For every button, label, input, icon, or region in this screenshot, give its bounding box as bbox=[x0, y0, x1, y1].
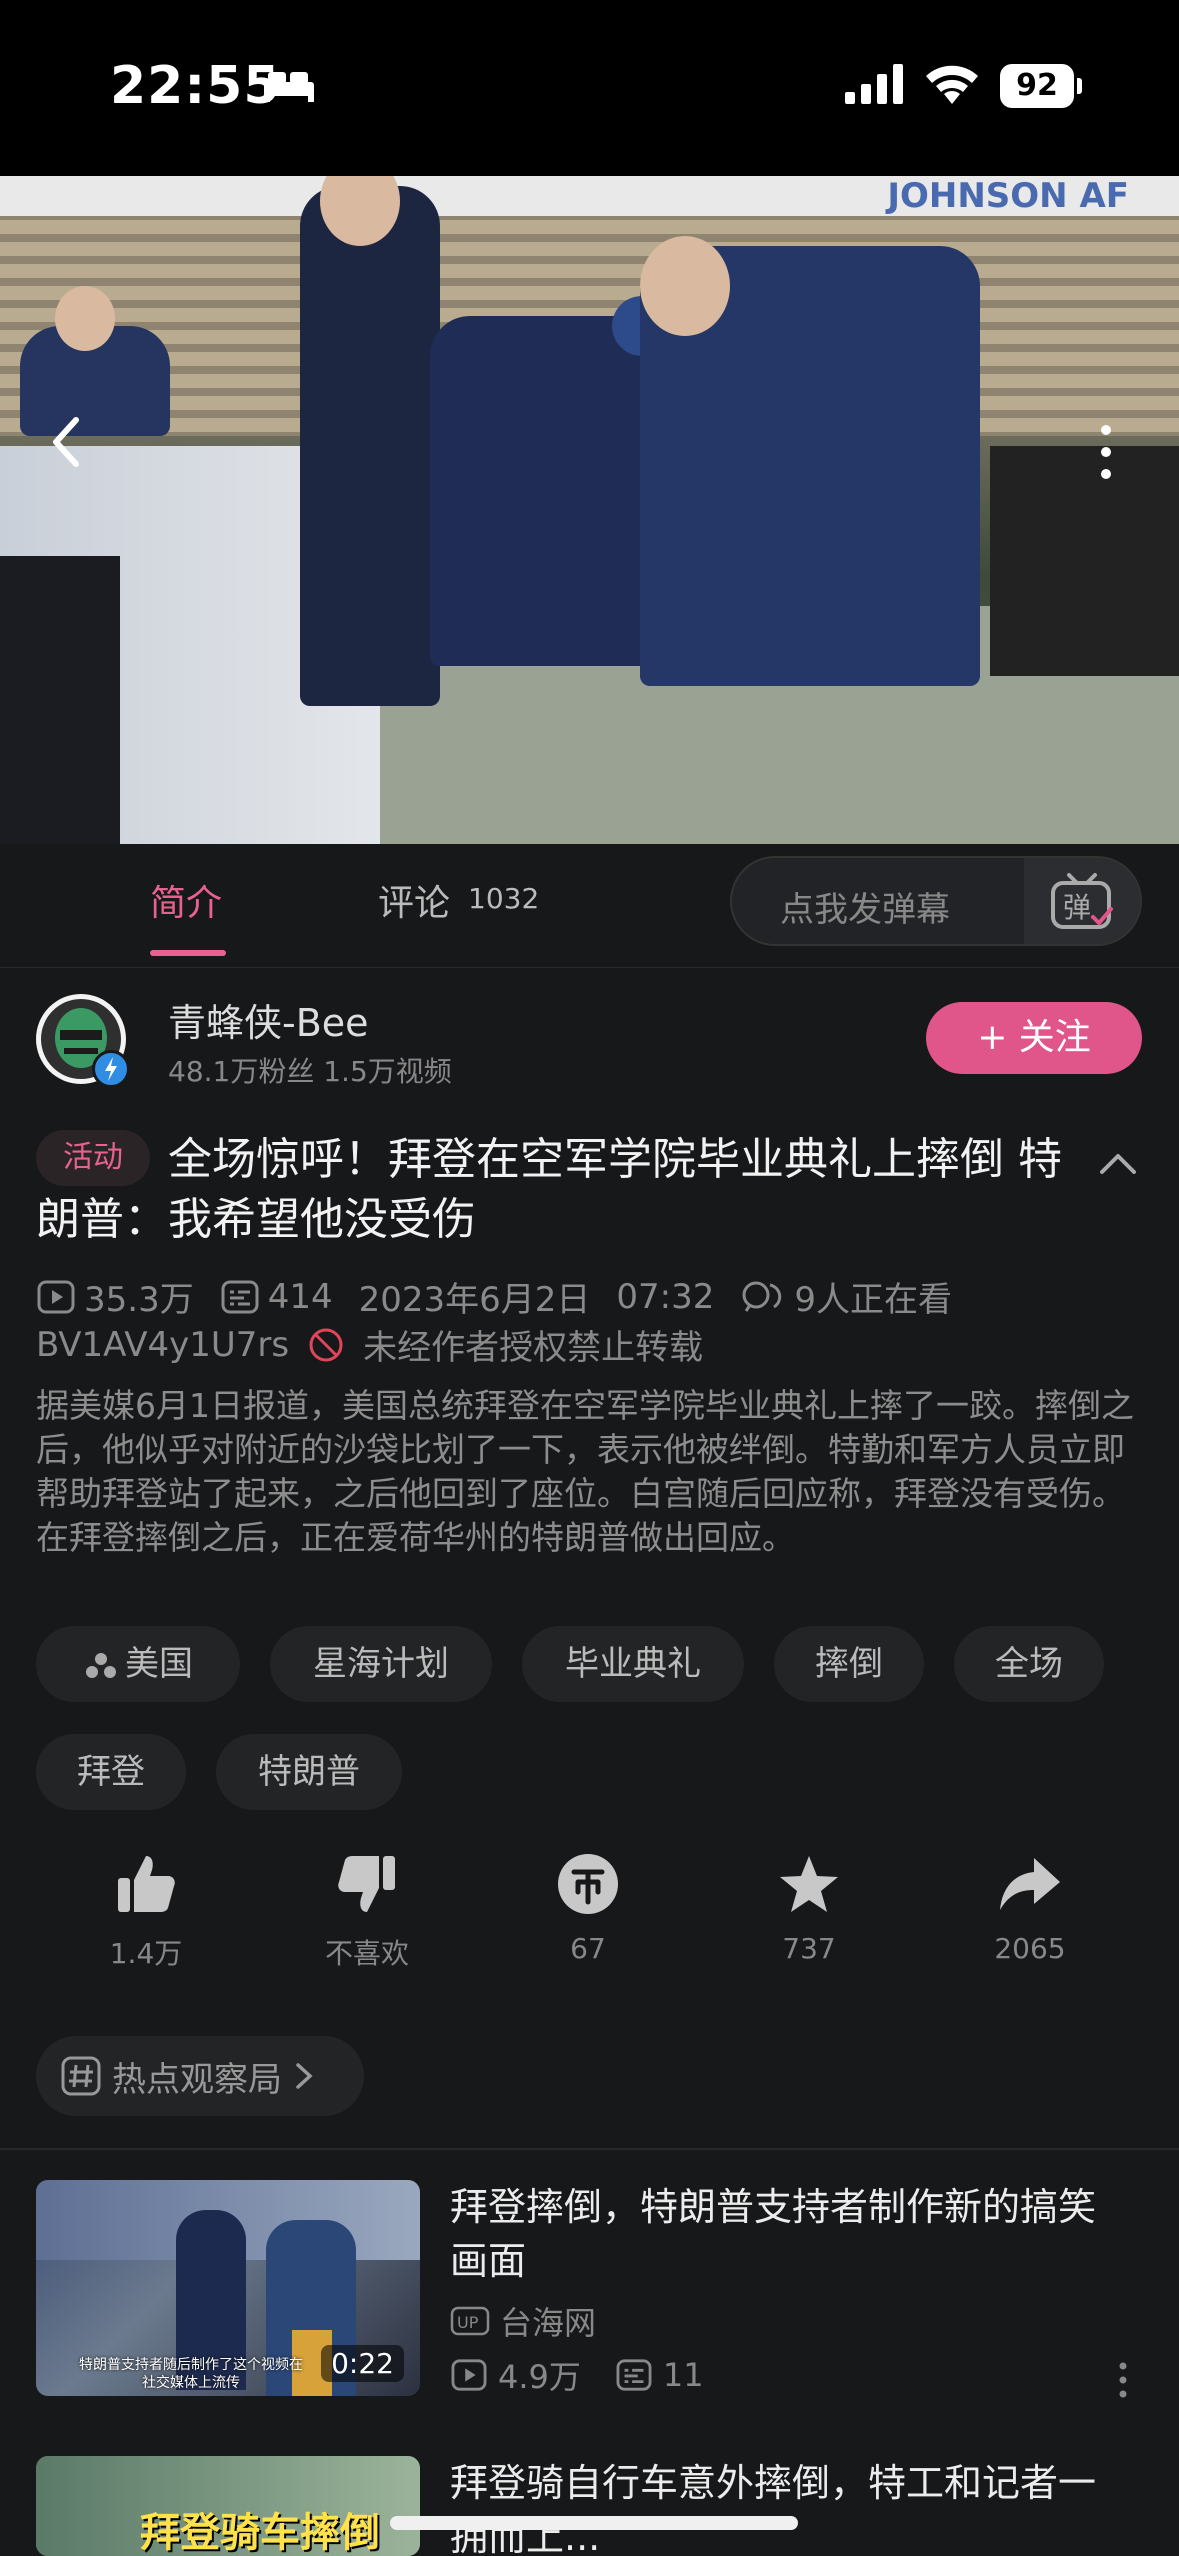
comments-count: 1032 bbox=[468, 882, 540, 915]
tag-item[interactable]: 美国 bbox=[36, 1626, 240, 1702]
watching-icon bbox=[742, 1281, 782, 1312]
uploader-meta: 48.1万粉丝 1.5万视频 bbox=[168, 1055, 452, 1088]
verified-badge-icon bbox=[92, 1050, 130, 1088]
more-vertical-icon[interactable] bbox=[1118, 2360, 1128, 2400]
forbidden-icon bbox=[309, 1328, 343, 1361]
danmaku-count: 414 bbox=[267, 1276, 333, 1317]
video-id-row: BV1AV4y1U7rs 未经作者授权禁止转载 bbox=[36, 1320, 703, 1369]
play-count: 35.3万 bbox=[84, 1280, 194, 1320]
tab-intro[interactable]: 简介 bbox=[150, 874, 222, 926]
cellular-signal-icon bbox=[845, 64, 903, 104]
watching-count: 9人正在看 bbox=[794, 1280, 953, 1320]
video-frame-banner: JOHNSON AF bbox=[0, 176, 1179, 216]
dislike-button[interactable]: 不喜欢 bbox=[307, 1852, 427, 1972]
tab-comments[interactable]: 评论 bbox=[378, 874, 450, 926]
chevron-right-icon bbox=[296, 2063, 313, 2089]
topic-label: 热点观察局 bbox=[112, 2059, 282, 2100]
chevron-up-icon[interactable] bbox=[1098, 1148, 1138, 1178]
like-button[interactable]: 1.4万 bbox=[86, 1852, 206, 1972]
tag-item[interactable]: 摔倒 bbox=[774, 1626, 924, 1702]
tag-item[interactable]: 特朗普 bbox=[216, 1734, 402, 1810]
wifi-icon bbox=[926, 65, 978, 104]
topic-chip[interactable]: 热点观察局 bbox=[36, 2036, 364, 2116]
share-button[interactable]: 2065 bbox=[970, 1852, 1090, 1965]
coin-icon bbox=[558, 1854, 618, 1914]
svg-text:弹: 弹 bbox=[1063, 891, 1091, 924]
bvid: BV1AV4y1U7rs bbox=[36, 1324, 290, 1365]
publish-date: 2023年6月2日 bbox=[358, 1280, 591, 1320]
recommended-title: 拜登摔倒，特朗普支持者制作新的搞笑画面 bbox=[450, 2185, 1097, 2283]
section-divider bbox=[0, 2148, 1179, 2150]
more-vertical-icon[interactable] bbox=[1096, 422, 1116, 482]
coin-button[interactable]: 67 bbox=[528, 1852, 648, 1965]
up-badge-icon: UP bbox=[450, 2306, 490, 2336]
video-description: 据美媒6月1日报道，美国总统拜登在空军学院毕业典礼上摔了一跤。摔倒之后，他似乎对… bbox=[36, 1386, 1134, 1557]
play-count-icon bbox=[451, 2359, 487, 2391]
status-time: 22:55 bbox=[110, 56, 281, 116]
hashtag-icon bbox=[61, 2056, 101, 2096]
video-title: 全场惊呼！拜登在空军学院毕业典礼上摔倒 特朗普：我希望他没受伤 bbox=[36, 1134, 1062, 1245]
video-duration: 0:22 bbox=[321, 2345, 404, 2382]
tab-active-indicator bbox=[150, 950, 226, 956]
thumbnail-caption: 拜登骑车摔倒 bbox=[140, 2510, 380, 2556]
recommended-stats: 4.9万 11 bbox=[450, 2352, 704, 2398]
danmaku-toggle-button[interactable]: 弹 bbox=[1024, 858, 1140, 944]
thumbs-up-icon bbox=[118, 1856, 175, 1912]
back-icon[interactable] bbox=[42, 412, 92, 472]
svg-text:UP: UP bbox=[457, 2313, 479, 2332]
recommended-uploader[interactable]: UP 台海网 bbox=[450, 2298, 596, 2344]
publish-time: 07:32 bbox=[616, 1276, 715, 1317]
tag-item[interactable]: 拜登 bbox=[36, 1734, 186, 1810]
status-bar: 22:55 92 bbox=[0, 0, 1179, 176]
recommended-video[interactable]: 拜登骑车摔倒 拜登骑自行车意外摔倒，特工和记者一拥而上... bbox=[36, 2456, 1146, 2556]
video-player[interactable]: JOHNSON AF bbox=[0, 176, 1179, 844]
sleep-mode-icon bbox=[264, 72, 314, 102]
share-arrow-icon bbox=[1000, 1858, 1060, 1910]
action-bar: 1.4万 不喜欢 67 737 2065 bbox=[36, 1852, 1146, 1972]
video-thumbnail[interactable]: 特朗普支持者随后制作了这个视频在社交媒体上流传 0:22 bbox=[36, 2180, 420, 2396]
video-thumbnail[interactable]: 拜登骑车摔倒 bbox=[36, 2456, 420, 2556]
favorite-button[interactable]: 737 bbox=[749, 1852, 869, 1965]
tag-item[interactable]: 全场 bbox=[954, 1626, 1104, 1702]
danmaku-placeholder: 点我发弹幕 bbox=[780, 890, 950, 930]
recommended-video[interactable]: 特朗普支持者随后制作了这个视频在社交媒体上流传 0:22 拜登摔倒，特朗普支持者… bbox=[36, 2180, 1146, 2400]
tag-item[interactable]: 星海计划 bbox=[270, 1626, 492, 1702]
danmaku-count-icon bbox=[616, 2359, 652, 2391]
home-indicator bbox=[390, 2516, 798, 2530]
channel-icon bbox=[86, 1652, 116, 1678]
copyright-notice: 未经作者授权禁止转载 bbox=[363, 1328, 704, 1368]
star-icon bbox=[780, 1856, 838, 1912]
danmaku-icon: 弹 bbox=[1051, 873, 1113, 929]
thumbnail-caption: 特朗普支持者随后制作了这个视频在社交媒体上流传 bbox=[79, 2357, 303, 2391]
play-count-icon bbox=[37, 1280, 75, 1313]
danmaku-count-icon bbox=[221, 1280, 259, 1313]
thumbs-down-icon bbox=[338, 1856, 395, 1912]
danmaku-input[interactable]: 点我发弹幕 弹 bbox=[730, 856, 1142, 946]
uploader-name[interactable]: 青蜂侠-Bee bbox=[168, 992, 369, 1047]
recommended-title: 拜登骑自行车意外摔倒，特工和记者一拥而上... bbox=[450, 2461, 1097, 2556]
follow-button[interactable]: + 关注 bbox=[926, 1002, 1142, 1074]
tag-item[interactable]: 毕业典礼 bbox=[522, 1626, 744, 1702]
battery-indicator: 92 bbox=[1000, 64, 1082, 108]
video-stats: 35.3万 414 2023年6月2日 07:32 9人正在看 bbox=[36, 1272, 1146, 1321]
